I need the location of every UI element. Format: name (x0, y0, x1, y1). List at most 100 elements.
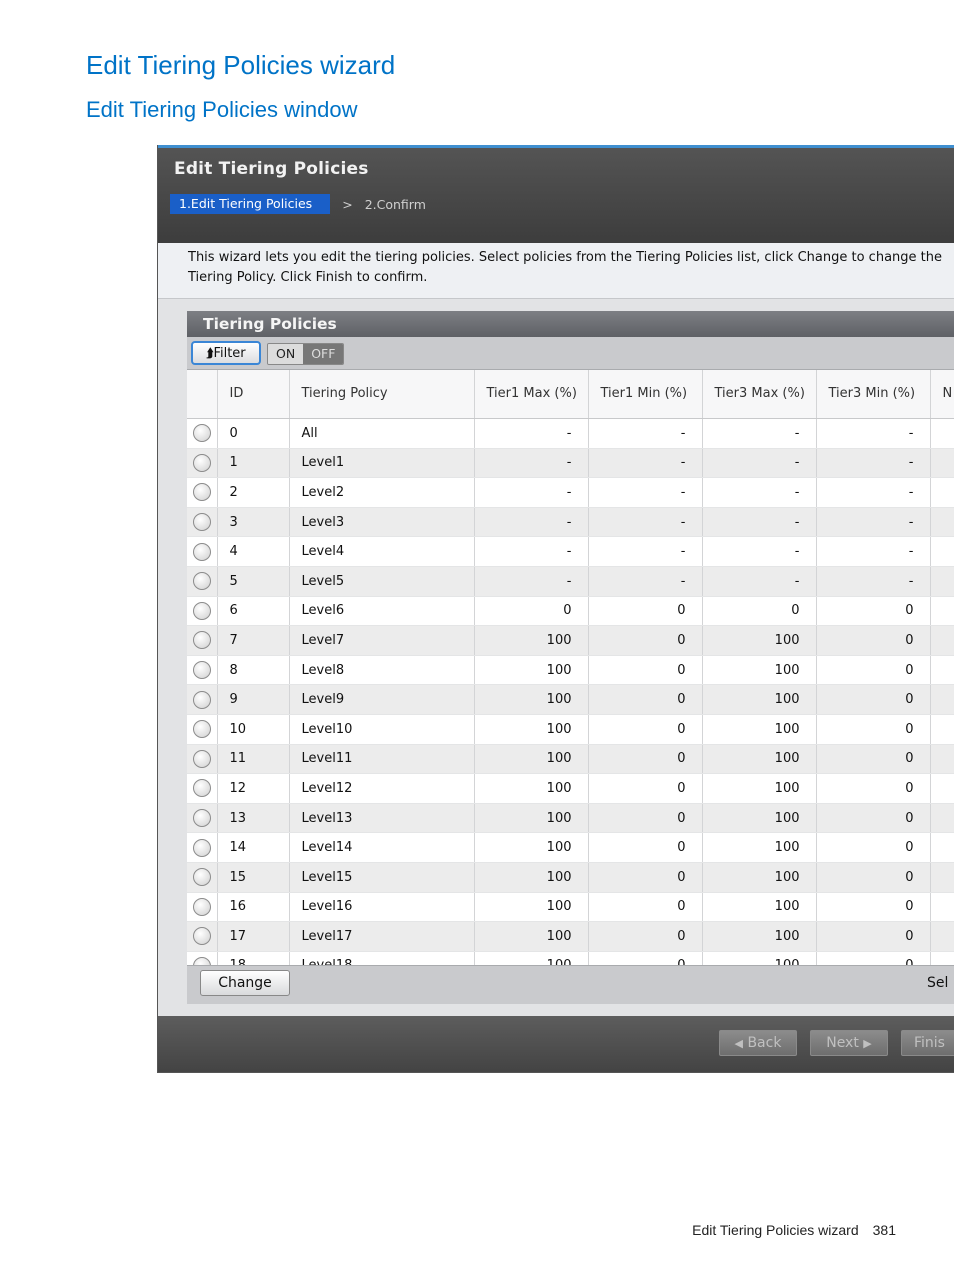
table-row[interactable]: 8 Level8 100 0 100 0 (187, 655, 954, 686)
toggle-off[interactable]: OFF (303, 344, 344, 364)
selected-count-label: Sel (927, 975, 949, 991)
cell-truncated (930, 684, 954, 715)
column-header[interactable]: Tier1 Min (%) (588, 370, 703, 419)
table-row[interactable]: 0 All - - - - (187, 418, 954, 449)
row-radio[interactable] (187, 507, 218, 538)
column-header[interactable]: ID (217, 370, 290, 419)
cell-tier3-min: 0 (816, 951, 931, 965)
row-radio[interactable] (187, 566, 218, 597)
table-row[interactable]: 6 Level6 0 0 0 0 (187, 596, 954, 627)
table-row[interactable]: 4 Level4- - - - (187, 536, 954, 567)
cell-tier1-min: 0 (588, 655, 703, 686)
table-row[interactable]: 13 Level13 100 0 100 0 (187, 803, 954, 834)
radio-icon[interactable] (192, 572, 211, 591)
cell-tier1-max: - (474, 448, 589, 479)
row-radio[interactable] (187, 477, 218, 508)
row-radio[interactable] (187, 625, 218, 656)
radio-icon[interactable] (192, 631, 211, 650)
next-button[interactable]: Next ▶ (810, 1030, 888, 1056)
radio-icon[interactable] (192, 956, 211, 965)
radio-icon[interactable] (192, 779, 211, 798)
cell-id: 13 (217, 803, 290, 834)
row-radio[interactable] (187, 862, 218, 893)
cell-tiering-policy: Level3 (289, 507, 475, 538)
radio-icon[interactable] (192, 513, 211, 532)
toggle-on[interactable]: ON (268, 344, 304, 364)
cell-tier3-max: - (702, 418, 817, 449)
table-row[interactable]: 15 Level15 100 0 100 0 (187, 862, 954, 893)
table-row[interactable]: 5 Level5- - - - (187, 566, 954, 597)
radio-icon[interactable] (192, 720, 211, 739)
filter-toggle[interactable]: ON OFF (267, 343, 345, 365)
finish-button[interactable]: Finis (901, 1030, 954, 1056)
row-radio[interactable] (187, 803, 218, 834)
intro-text: This wizard lets you edit the tiering po… (188, 250, 942, 285)
row-radio[interactable] (187, 448, 218, 479)
radio-icon[interactable] (192, 868, 211, 887)
row-radio[interactable] (187, 655, 218, 686)
table-row[interactable]: 17 Level17 100 0 100 0 (187, 921, 954, 952)
table-row[interactable]: 18Level1810001000 (187, 951, 954, 965)
step-confirm[interactable]: 2.Confirm (365, 197, 426, 212)
radio-icon[interactable] (192, 601, 211, 620)
change-button[interactable]: Change (200, 970, 290, 996)
column-header[interactable]: Tiering Policy (289, 370, 475, 419)
radio-icon[interactable] (192, 749, 211, 768)
cell-truncated (930, 536, 954, 567)
back-button[interactable]: ◀ Back (719, 1030, 797, 1056)
column-header[interactable]: Tier1 Max (%) (474, 370, 589, 419)
radio-icon[interactable] (192, 453, 211, 472)
column-header[interactable]: Tier3 Min (%) (816, 370, 931, 419)
cell-truncated (930, 566, 954, 597)
row-radio[interactable] (187, 951, 218, 965)
table-row[interactable]: 12 Level12 100 0 100 0 (187, 773, 954, 804)
cell-tiering-policy: Level11 (289, 744, 475, 775)
row-radio[interactable] (187, 684, 218, 715)
cell-tier1-max: 100 (474, 921, 589, 952)
radio-icon[interactable] (192, 809, 211, 828)
row-radio[interactable] (187, 418, 218, 449)
step-edit-tiering-policies[interactable]: 1.Edit Tiering Policies (170, 194, 331, 214)
table-row[interactable]: 3 Level3- - - - (187, 507, 954, 538)
cell-truncated (930, 803, 954, 834)
radio-icon[interactable] (192, 838, 211, 857)
cell-truncated (930, 596, 954, 627)
cell-id: 1 (217, 448, 290, 479)
cell-tier3-min: 0 (816, 684, 931, 715)
radio-icon[interactable] (192, 542, 211, 561)
row-radio[interactable] (187, 714, 218, 745)
table-row[interactable]: 10 Level10 100 0 100 0 (187, 714, 954, 745)
radio-icon[interactable] (192, 927, 211, 946)
table-row[interactable]: 9 Level9 100 0 100 0 (187, 684, 954, 715)
tiering-policies-table-container[interactable]: ID Tiering Policy Tier1 Max (%) Tier1 Mi… (187, 370, 954, 965)
row-radio[interactable] (187, 832, 218, 863)
table-row[interactable]: 1 Level1- - - - (187, 448, 954, 479)
row-radio[interactable] (187, 921, 218, 952)
row-radio[interactable] (187, 596, 218, 627)
footer-title: Edit Tiering Policies wizard (692, 1222, 859, 1238)
cell-tier3-min: - (816, 536, 931, 567)
back-label: Back (747, 1035, 782, 1051)
table-row[interactable]: 11 Level11 100 0 100 0 (187, 744, 954, 775)
cell-tier3-min: 0 (816, 596, 931, 627)
column-header[interactable]: Tier3 Max (%) (702, 370, 817, 419)
column-header[interactable]: N V (930, 370, 954, 419)
row-radio[interactable] (187, 773, 218, 804)
cell-tier1-min: - (588, 477, 703, 508)
radio-icon[interactable] (192, 897, 211, 916)
radio-icon[interactable] (192, 424, 211, 443)
cell-truncated (930, 714, 954, 745)
table-row[interactable]: 2 Level2- - - - (187, 477, 954, 508)
radio-icon[interactable] (192, 661, 211, 680)
table-row[interactable]: 14 Level14 100 0 100 0 (187, 832, 954, 863)
row-radio[interactable] (187, 536, 218, 567)
radio-icon[interactable] (192, 690, 211, 709)
row-radio[interactable] (187, 744, 218, 775)
radio-icon[interactable] (192, 483, 211, 502)
table-row[interactable]: 16 Level16 100 0 100 0 (187, 892, 954, 923)
cell-tier3-max: 100 (702, 803, 817, 834)
filter-button[interactable]: ⮭Filter (191, 341, 261, 365)
row-radio[interactable] (187, 892, 218, 923)
cell-tier3-min: - (816, 507, 931, 538)
table-row[interactable]: 7 Level7 100 0 100 0 (187, 625, 954, 656)
